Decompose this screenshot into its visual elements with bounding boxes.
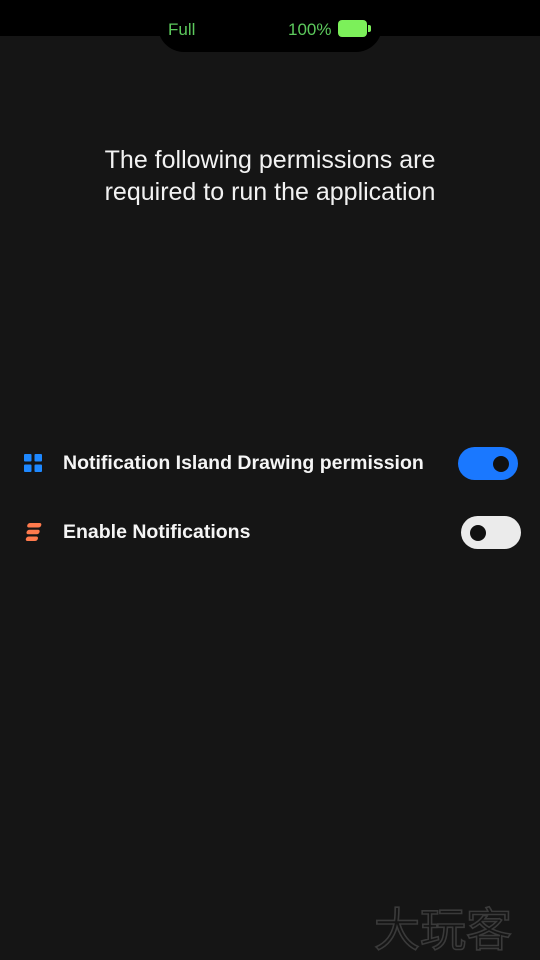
svg-text:大玩客: 大玩客 xyxy=(374,903,512,955)
battery-icon xyxy=(338,20,371,37)
stacked-bars-icon xyxy=(25,523,42,541)
toggle-knob xyxy=(493,456,509,472)
permission-row-island-drawing[interactable]: Notification Island Drawing permission xyxy=(0,444,540,484)
watermark-logo: 大玩客 xyxy=(373,902,513,955)
toggle-knob xyxy=(470,525,486,541)
permission-label: Notification Island Drawing permission xyxy=(63,452,424,474)
permissions-screen: Full 100% The following permissions are … xyxy=(0,0,540,960)
page-title: The following permissions are required t… xyxy=(20,144,520,208)
island-status-text: Full xyxy=(168,20,196,39)
page-title-line-2: required to run the application xyxy=(104,178,436,206)
island-drawing-toggle[interactable] xyxy=(458,447,518,480)
permission-row-notifications[interactable]: Enable Notifications xyxy=(0,513,540,553)
notifications-toggle[interactable] xyxy=(461,516,521,549)
grid-apps-icon xyxy=(24,454,42,472)
permission-label: Enable Notifications xyxy=(63,521,251,543)
battery-percent: 100% xyxy=(288,20,332,39)
page-title-line-1: The following permissions are xyxy=(104,146,436,174)
